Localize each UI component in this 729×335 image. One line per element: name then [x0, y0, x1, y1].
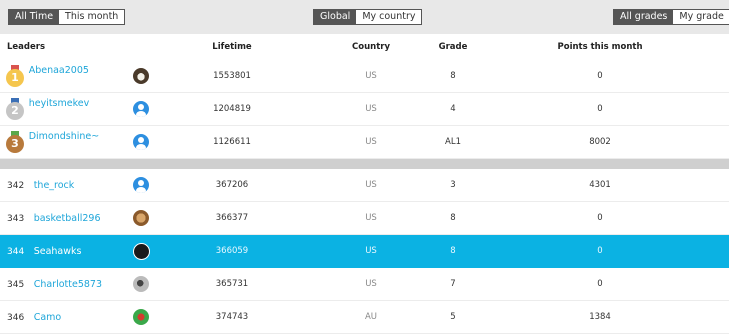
points-value: 0 [471, 201, 729, 235]
points-value: 1384 [471, 300, 729, 334]
table-row: 346 Camo 374743 AU 5 1384 [0, 300, 729, 334]
parrot-avatar [133, 309, 149, 325]
table-row: 342 the_rock 367206 US 3 4301 [0, 169, 729, 202]
all-time-button[interactable]: All Time [9, 10, 60, 24]
country-value: US [307, 267, 436, 301]
default-avatar [133, 177, 149, 193]
lifetime-value: 365731 [157, 267, 307, 301]
username-link[interactable]: heyitsmekev [29, 98, 90, 109]
table-row: 3 Dimondshine~ 1126611 US AL1 8002 [0, 125, 729, 159]
rank-number: 344 [7, 246, 25, 257]
username-link[interactable]: basketball296 [34, 213, 101, 224]
dark-avatar [132, 242, 150, 260]
leaderboard-body: 1 Abenaa2005 1553801 US 8 0 2 heyitsmeke… [0, 60, 729, 334]
grade-value: 3 [435, 169, 472, 202]
lifetime-value: 1204819 [157, 92, 307, 126]
points-value: 0 [471, 234, 729, 268]
my-grade-button[interactable]: My grade [673, 10, 729, 24]
table-row: 2 heyitsmekev 1204819 US 4 0 [0, 92, 729, 126]
grade-filter: All grades My grade [613, 9, 729, 25]
lifetime-value: 366059 [157, 234, 307, 268]
rank-separator [0, 158, 729, 169]
grade-value: AL1 [435, 125, 472, 159]
medal-icon: 1 [6, 65, 24, 87]
username-link[interactable]: Camo [34, 312, 62, 323]
rank-number: 343 [7, 213, 25, 224]
grade-value: 4 [435, 92, 472, 126]
rank-number: 345 [7, 279, 25, 290]
username-link[interactable]: the_rock [34, 180, 75, 191]
points-value: 8002 [471, 125, 729, 159]
points-value: 0 [471, 92, 729, 126]
my-country-button[interactable]: My country [356, 10, 421, 24]
header-points: Points this month [557, 42, 643, 52]
country-value: US [307, 125, 436, 159]
lifetime-value: 374743 [157, 300, 307, 334]
dog-avatar [133, 68, 149, 84]
header-lifetime: Lifetime [212, 42, 252, 52]
table-row: 345 Charlotte5873 365731 US 7 0 [0, 267, 729, 301]
medal-icon: 2 [6, 98, 24, 120]
rank-number: 346 [7, 312, 25, 323]
username-link[interactable]: Seahawks [34, 246, 82, 257]
country-value: AU [307, 300, 436, 334]
medal-rank: 1 [6, 69, 24, 87]
header-leaders: Leaders [7, 42, 46, 52]
medal-rank: 3 [6, 135, 24, 153]
global-button[interactable]: Global [314, 10, 357, 24]
username-link[interactable]: Charlotte5873 [34, 279, 102, 290]
lifetime-value: 1553801 [157, 60, 307, 93]
country-value: US [307, 169, 436, 202]
points-value: 4301 [471, 169, 729, 202]
current-user-row: 344 Seahawks 366059 US 8 0 [0, 234, 729, 268]
grade-value: 7 [435, 267, 472, 301]
medal-icon: 3 [6, 131, 24, 153]
country-value: US [307, 60, 436, 93]
leaderboard-table: Leaders Lifetime Country Grade Points th… [0, 34, 729, 334]
country-value: US [307, 234, 436, 268]
basketball-avatar [133, 210, 149, 226]
table-row: 1 Abenaa2005 1553801 US 8 0 [0, 60, 729, 93]
time-filter: All Time This month [8, 9, 126, 25]
table-row: 343 basketball296 366377 US 8 0 [0, 201, 729, 235]
header-country: Country [352, 42, 390, 52]
header-grade: Grade [438, 42, 468, 52]
lifetime-value: 1126611 [157, 125, 307, 159]
region-filter: Global My country [313, 9, 423, 25]
this-month-button[interactable]: This month [59, 10, 124, 24]
username-link[interactable]: Abenaa2005 [29, 65, 89, 76]
default-avatar [133, 101, 149, 117]
filter-bar: All Time This month Global My country Al… [0, 0, 729, 34]
country-value: US [307, 92, 436, 126]
points-value: 0 [471, 60, 729, 93]
lifetime-value: 367206 [157, 169, 307, 202]
points-value: 0 [471, 267, 729, 301]
table-header: Leaders Lifetime Country Grade Points th… [0, 34, 729, 60]
grade-value: 8 [435, 234, 472, 268]
grade-value: 5 [435, 300, 472, 334]
grade-value: 8 [435, 60, 472, 93]
country-value: US [307, 201, 436, 235]
lifetime-value: 366377 [157, 201, 307, 235]
default-avatar [133, 134, 149, 150]
bird-avatar [133, 276, 149, 292]
all-grades-button[interactable]: All grades [614, 10, 674, 24]
username-link[interactable]: Dimondshine~ [29, 131, 100, 142]
grade-value: 8 [435, 201, 472, 235]
medal-rank: 2 [6, 102, 24, 120]
rank-number: 342 [7, 180, 25, 191]
